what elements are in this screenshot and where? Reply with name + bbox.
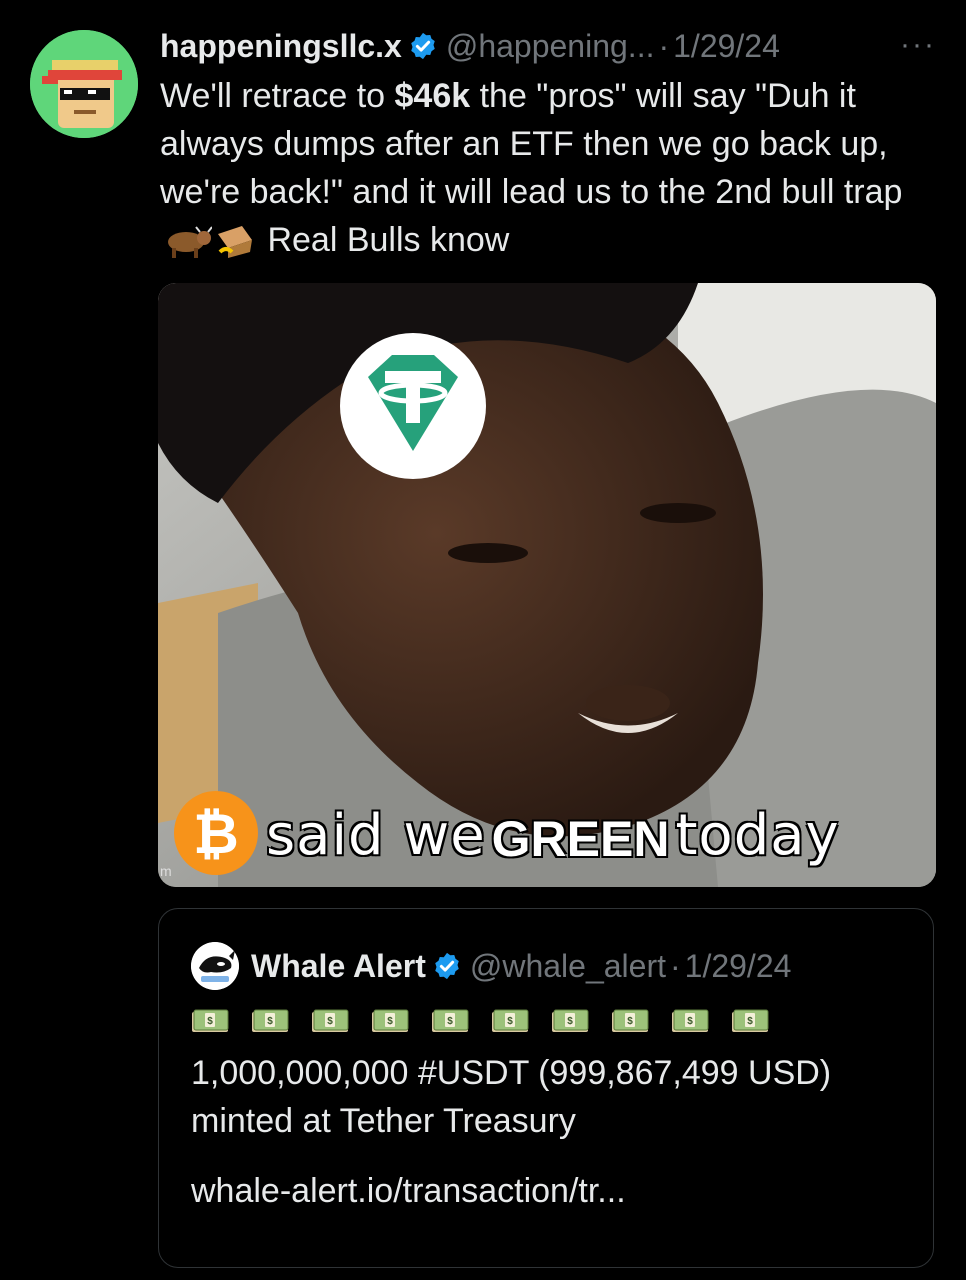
quoted-author-avatar[interactable] — [191, 942, 239, 990]
bitcoin-logo-icon: ₿ — [174, 791, 258, 875]
svg-text:$: $ — [687, 1016, 693, 1027]
money-bill-emoji-icon: $ — [312, 1009, 349, 1032]
money-bill-emoji-icon: $ — [372, 1009, 409, 1032]
author-handle[interactable]: @happening... — [446, 28, 655, 65]
quoted-separator-dot: · — [669, 947, 681, 984]
money-bill-emoji-icon: $ — [192, 1009, 229, 1032]
box-emoji-icon — [218, 226, 252, 259]
tweet-text-part1: We'll retrace to — [160, 77, 395, 115]
meme-photo — [158, 283, 936, 887]
meme-caption: said we GREEN today — [266, 803, 840, 868]
quoted-author-name[interactable]: Whale Alert — [251, 948, 426, 985]
tweet-text: We'll retrace to $46k the "pros" will sa… — [160, 72, 940, 264]
quoted-tweet[interactable]: Whale Alert @whale_alert · 1/29/24 $ $ $ $ $… — [158, 908, 934, 1268]
quoted-author-handle[interactable]: @whale_alert — [470, 948, 666, 985]
tweet-text-price: $46k — [394, 77, 471, 115]
tether-logo-icon — [340, 333, 486, 479]
svg-text:$: $ — [387, 1016, 393, 1027]
svg-text:$: $ — [267, 1016, 273, 1027]
caption-today: today — [675, 803, 840, 868]
svg-text:$: $ — [327, 1016, 333, 1027]
quoted-tweet-header: Whale Alert @whale_alert · 1/29/24 — [191, 941, 791, 991]
money-bill-emoji-icon: $ — [252, 1009, 289, 1032]
money-bill-emoji-icon: $ — [432, 1009, 469, 1032]
cow-emoji-icon — [168, 226, 212, 259]
separator-dot: · — [658, 27, 670, 64]
svg-text:$: $ — [447, 1016, 453, 1027]
svg-text:$: $ — [747, 1016, 753, 1027]
quoted-tweet-text: 1,000,000,000 #USDT (999,867,499 USD) mi… — [191, 1054, 832, 1140]
more-options-icon[interactable]: ··· — [900, 28, 936, 62]
money-bill-emoji-icon: $ — [492, 1009, 529, 1032]
money-bill-emoji-icon: $ — [732, 1009, 769, 1032]
svg-text:$: $ — [207, 1016, 213, 1027]
money-bill-emoji-icon: $ — [612, 1009, 649, 1032]
svg-text:$: $ — [567, 1016, 573, 1027]
author-avatar[interactable] — [30, 30, 138, 138]
svg-text:$: $ — [627, 1016, 633, 1027]
svg-text:$: $ — [507, 1016, 513, 1027]
avatar-pixel-art — [30, 30, 138, 138]
caption-green: GREEN — [491, 811, 670, 867]
verified-badge-icon — [411, 32, 435, 60]
caption-said-we: said we — [266, 803, 486, 868]
tweet-header: happeningsllc.x @happening... · 1/29/24 … — [160, 24, 936, 68]
author-name[interactable]: happeningsllc.x — [160, 28, 402, 65]
whale-icon — [191, 942, 239, 990]
tweet-media-image[interactable]: ₿ said we GREEN today m — [158, 283, 936, 887]
watermark: m — [160, 863, 172, 879]
money-bill-emoji-icon: $ — [672, 1009, 709, 1032]
quoted-tweet-link[interactable]: whale-alert.io/transaction/tr... — [191, 1167, 626, 1215]
tweet-text-part3: Real Bulls know — [258, 221, 510, 259]
tweet-date[interactable]: 1/29/24 — [673, 28, 780, 65]
money-bill-emoji-icon: $ — [552, 1009, 589, 1032]
money-bill-emoji-row: $ $ $ $ $ $ $ $ $ $ — [191, 1009, 769, 1035]
quoted-verified-badge-icon — [435, 952, 459, 980]
quoted-tweet-date[interactable]: 1/29/24 — [685, 948, 792, 985]
